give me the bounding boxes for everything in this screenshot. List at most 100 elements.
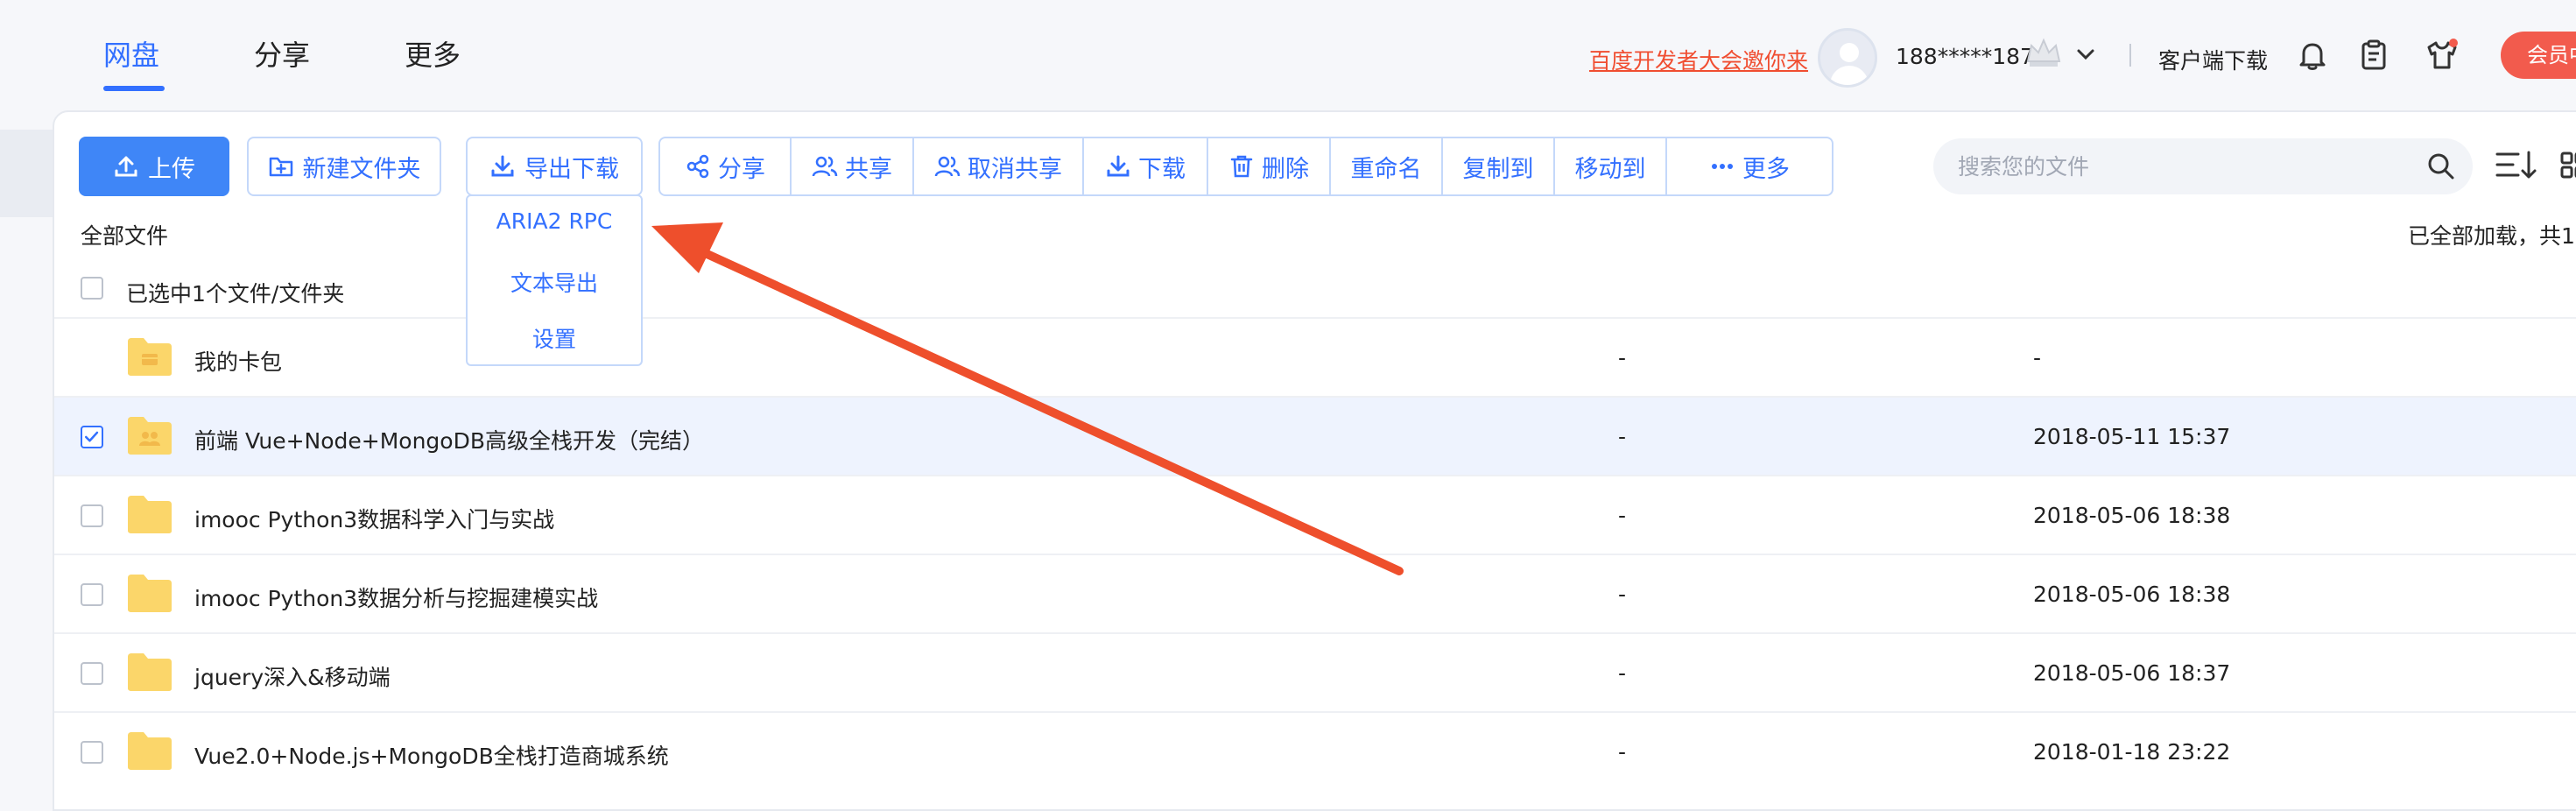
users-icon (812, 156, 838, 177)
copy-to-button[interactable]: 复制到 (1443, 138, 1555, 194)
tshirt-icon[interactable] (2425, 39, 2459, 72)
users-cancel-icon (934, 156, 961, 177)
left-sidebar (0, 114, 53, 804)
file-size: - (1618, 503, 1627, 528)
file-modified-time: 2018-05-11 15:37 (2033, 424, 2231, 449)
client-download-link[interactable]: 客户端下载 (2158, 44, 2268, 75)
file-size: - (1618, 345, 1627, 370)
load-status: 已全部加载，共15个 (2408, 223, 2576, 249)
collab-share-label: 共享 (845, 155, 892, 183)
search-box (1933, 138, 2473, 194)
clipboard-icon[interactable] (2357, 39, 2390, 72)
share-icon (686, 154, 709, 179)
new-folder-label: 新建文件夹 (302, 155, 421, 183)
more-dots-icon (1712, 164, 1733, 169)
move-to-button[interactable]: 移动到 (1555, 138, 1667, 194)
file-modified-time: - (2033, 345, 2042, 370)
crown-icon (2026, 38, 2061, 67)
upload-label: 上传 (148, 155, 195, 183)
delete-label: 删除 (1262, 155, 1309, 183)
search-icon[interactable] (2425, 151, 2457, 182)
export-download-label: 导出下载 (524, 155, 619, 183)
chevron-down-icon[interactable] (2075, 44, 2096, 65)
rename-label: 重命名 (1350, 155, 1422, 183)
upload-icon (115, 156, 137, 177)
sidebar-selected-item[interactable] (0, 130, 53, 217)
menu-item-text-export[interactable]: 文本导出 (468, 266, 641, 298)
file-name[interactable]: 前端 Vue+Node+MongoDB高级全栈开发（完结） (194, 424, 704, 455)
row-checkbox[interactable] (81, 426, 103, 448)
copy-to-label: 复制到 (1462, 155, 1534, 183)
header-divider (2129, 44, 2131, 67)
invite-link[interactable]: 百度开发者大会邀你来 (1589, 44, 1808, 75)
more-label: 更多 (1742, 155, 1790, 183)
row-checkbox[interactable] (81, 741, 103, 764)
file-name[interactable]: Vue2.0+Node.js+MongoDB全栈打造商城系统 (194, 739, 669, 771)
download-icon (491, 155, 514, 177)
tab-share[interactable]: 分享 (254, 33, 310, 74)
file-size: - (1618, 660, 1627, 686)
folder-icon (128, 496, 172, 533)
folder-icon (128, 575, 172, 612)
folder-icon (128, 653, 172, 691)
file-name[interactable]: jquery深入&移动端 (194, 660, 391, 692)
vip-center-button[interactable]: 会员中心 (2501, 32, 2576, 79)
more-button[interactable]: 更多 (1667, 138, 1832, 194)
menu-item-aria2-rpc[interactable]: ARIA2 RPC (468, 208, 641, 234)
export-download-menu: ARIA2 RPC 文本导出 设置 (466, 194, 643, 366)
tab-active-indicator (103, 86, 165, 91)
download-label: 下载 (1138, 155, 1186, 183)
file-name[interactable]: imooc Python3数据科学入门与实战 (194, 503, 554, 534)
grid-view-icon[interactable] (2560, 151, 2576, 180)
check-icon (84, 431, 99, 442)
search-input[interactable] (1958, 151, 2413, 182)
share-button[interactable]: 分享 (660, 138, 792, 194)
file-name[interactable]: 我的卡包 (194, 345, 282, 377)
download-icon (1107, 155, 1130, 177)
select-all-checkbox[interactable] (81, 277, 103, 300)
menu-item-settings[interactable]: 设置 (468, 322, 641, 354)
avatar[interactable] (1818, 28, 1877, 88)
file-modified-time: 2018-05-06 18:38 (2033, 582, 2231, 607)
file-name[interactable]: imooc Python3数据分析与挖掘建模实战 (194, 582, 598, 613)
new-folder-button[interactable]: 新建文件夹 (247, 137, 441, 196)
file-size: - (1618, 582, 1627, 607)
row-checkbox[interactable] (81, 583, 103, 606)
table-row[interactable]: imooc Python3数据分析与挖掘建模实战 - 2018-05-06 18… (54, 554, 2576, 632)
collab-share-button[interactable]: 共享 (792, 138, 914, 194)
breadcrumb[interactable]: 全部文件 (81, 219, 168, 250)
export-download-button[interactable]: 导出下载 (466, 137, 643, 196)
file-size: - (1618, 424, 1627, 449)
table-row[interactable]: 我的卡包 - - (54, 317, 2576, 396)
table-row[interactable]: Vue2.0+Node.js+MongoDB全栈打造商城系统 - 2018-01… (54, 711, 2576, 790)
file-modified-time: 2018-05-06 18:38 (2033, 503, 2231, 528)
top-header: 网盘 分享 更多 百度开发者大会邀你来 188*****187 客户端下载 会员… (0, 0, 2576, 114)
rename-button[interactable]: 重命名 (1331, 138, 1443, 194)
bell-icon[interactable] (2296, 39, 2329, 72)
trash-icon (1230, 155, 1253, 178)
tab-netdisk[interactable]: 网盘 (103, 33, 159, 74)
row-checkbox[interactable] (81, 662, 103, 685)
cancel-share-label: 取消共享 (968, 155, 1062, 183)
file-size: - (1618, 739, 1627, 765)
file-action-toolbar: 分享 共享 取消共享 下载 删除 重命名 复制到 移动到 更多 (658, 137, 1833, 196)
file-modified-time: 2018-01-18 23:22 (2033, 739, 2231, 765)
cancel-share-button[interactable]: 取消共享 (914, 138, 1084, 194)
tab-more[interactable]: 更多 (405, 33, 461, 74)
username[interactable]: 188*****187 (1896, 44, 2034, 69)
folder-icon (128, 732, 172, 770)
upload-button[interactable]: 上传 (79, 137, 229, 196)
new-folder-icon (269, 157, 292, 177)
table-row[interactable]: jquery深入&移动端 - 2018-05-06 18:37 (54, 632, 2576, 711)
sort-icon[interactable] (2494, 147, 2537, 182)
card-folder-icon (128, 338, 172, 376)
shared-folder-icon (128, 417, 172, 455)
move-to-label: 移动到 (1574, 155, 1646, 183)
share-label: 分享 (718, 155, 765, 183)
table-row[interactable]: imooc Python3数据科学入门与实战 - 2018-05-06 18:3… (54, 475, 2576, 554)
file-modified-time: 2018-05-06 18:37 (2033, 660, 2231, 686)
table-row[interactable]: 前端 Vue+Node+MongoDB高级全栈开发（完结） - 2018-05-… (54, 396, 2576, 475)
download-button[interactable]: 下载 (1084, 138, 1208, 194)
row-checkbox[interactable] (81, 504, 103, 527)
delete-button[interactable]: 删除 (1208, 138, 1331, 194)
